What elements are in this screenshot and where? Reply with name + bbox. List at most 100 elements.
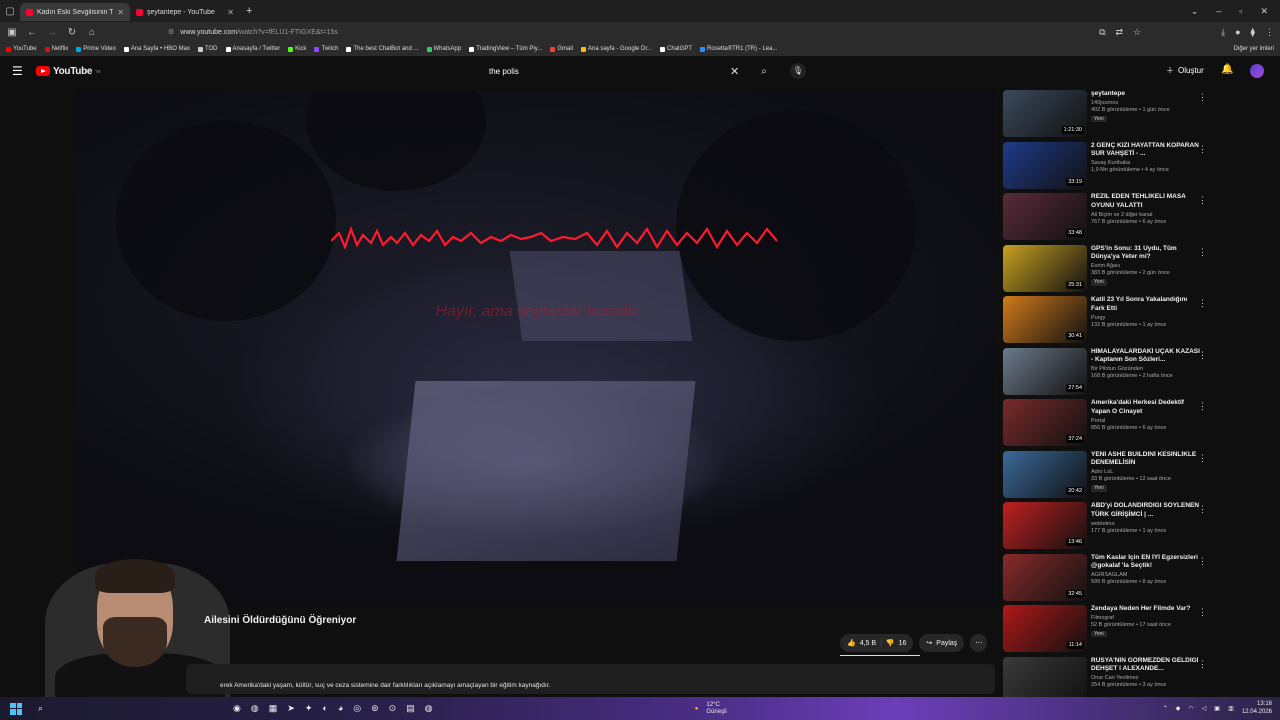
video-options-icon[interactable]: ⋮: [1198, 144, 1207, 155]
taskbar-app-icon[interactable]: ✦: [305, 703, 313, 714]
recommended-video[interactable]: 33:19 2 GENÇ KIZI HAYATTAN KOPARAN SUR VA…: [1003, 141, 1213, 194]
like-button[interactable]: 👍 4,5 B | 👎 16: [840, 634, 914, 652]
recommended-video[interactable]: 11:14 Zendaya Neden Her Filmde Var? Filmog…: [1003, 605, 1213, 657]
channel-name[interactable]: webtekno: [1091, 521, 1201, 528]
more-actions-button[interactable]: ⋯: [970, 634, 988, 652]
forward-icon[interactable]: →: [46, 27, 58, 38]
youtube-logo[interactable]: YouTube TR: [36, 66, 101, 77]
recommended-title[interactable]: Katil 23 Yıl Sonra Yakalandığını Fark Et…: [1091, 296, 1201, 314]
clear-search-icon[interactable]: ✕: [730, 65, 750, 78]
wifi-icon[interactable]: ◠: [1188, 705, 1193, 712]
search-icon[interactable]: ⌕: [750, 66, 778, 77]
volume-icon[interactable]: ◁: [1202, 705, 1207, 712]
chrome-icon[interactable]: ◍: [425, 703, 433, 714]
install-app-icon[interactable]: ⧉: [1099, 27, 1105, 38]
video-thumbnail[interactable]: 33:48: [1003, 193, 1087, 240]
channel-name[interactable]: Onur Can Yenilmez: [1091, 675, 1201, 682]
more-menu-icon[interactable]: ⋮: [1265, 27, 1274, 38]
tab-search-icon[interactable]: ⌄: [1191, 6, 1199, 17]
reload-icon[interactable]: ↻: [66, 27, 78, 38]
search-input[interactable]: the polis: [489, 67, 730, 76]
channel-name[interactable]: Savaş Kurtbaba: [1091, 160, 1201, 167]
browser-tab-2[interactable]: şeytantepe - YouTube ✕: [130, 3, 240, 21]
recommended-title[interactable]: REZİL EDEN TEHLİKELİ MASA OYUNU YALATTI: [1091, 193, 1201, 211]
video-thumbnail[interactable]: 25:31: [1003, 244, 1087, 292]
recommended-video[interactable]: 27:54 HİMALAYALARDAKİ UÇAK KAZASI - Kapta…: [1003, 347, 1213, 400]
recommended-title[interactable]: Tüm Kaslar İçin EN İYİ Egzersizleri @gok…: [1091, 554, 1201, 572]
video-thumbnail[interactable]: 20:42: [1003, 450, 1087, 498]
hamburger-menu-icon[interactable]: ☰: [12, 64, 24, 78]
bookmark-item[interactable]: Netflix: [44, 46, 68, 52]
channel-name[interactable]: Bir Pilotun Gözünden: [1091, 366, 1201, 373]
bookmark-item[interactable]: ChatGPT: [660, 46, 692, 52]
recommended-title[interactable]: Zendaya Neden Her Filmde Var?: [1091, 605, 1201, 614]
taskbar-search-icon[interactable]: ⌕: [38, 703, 43, 714]
video-options-icon[interactable]: ⋮: [1198, 401, 1207, 412]
recommended-title[interactable]: 2 GENÇ KIZI HAYATTAN KOPARAN SUR VAHŞETİ…: [1091, 142, 1201, 160]
thumbs-down-icon[interactable]: 👎: [886, 639, 895, 647]
video-thumbnail[interactable]: 33:19: [1003, 141, 1087, 189]
windows-start-icon[interactable]: [10, 702, 22, 715]
tray-app-icon[interactable]: ◆: [1176, 705, 1181, 712]
taskbar-app-icon[interactable]: ▦: [269, 703, 278, 714]
firefox-icon[interactable]: ◕: [338, 703, 343, 714]
video-thumbnail[interactable]: 30:41: [1003, 296, 1087, 343]
account-avatar[interactable]: [1250, 64, 1264, 78]
window-menu-icon[interactable]: ▢: [0, 0, 20, 22]
recommended-title[interactable]: RUSYA'NIN GÖRMEZDEN GELDİĞİ DEHŞET I ALE…: [1091, 657, 1201, 675]
close-tab-icon[interactable]: ✕: [117, 8, 124, 17]
recommended-video[interactable]: 1:21:30 şeytantepe 140journos 402 B görüntü…: [1003, 90, 1213, 142]
channel-name[interactable]: 140journos: [1091, 100, 1201, 107]
url-field[interactable]: ⚙ www.youtube.com/watch?v=fELU1-FTIGXE&t…: [168, 28, 338, 37]
bookmark-item[interactable]: Ana Sayfa • HBO Max: [123, 46, 190, 52]
minimize-icon[interactable]: –: [1216, 6, 1221, 17]
video-thumbnail[interactable]: 1:21:30: [1003, 90, 1087, 137]
bookmark-item[interactable]: Gmail: [550, 46, 573, 52]
close-tab-icon[interactable]: ✕: [227, 8, 234, 17]
telegram-icon[interactable]: ➤: [287, 703, 295, 714]
bookmark-item[interactable]: Rosetta®TR1 (TR) - Lea...: [700, 46, 778, 52]
video-options-icon[interactable]: ⋮: [1198, 453, 1207, 464]
channel-name[interactable]: Filmograf: [1091, 615, 1201, 622]
tray-chevron-icon[interactable]: ⌃: [1163, 705, 1168, 712]
taskbar-app-icon[interactable]: ◉: [233, 703, 241, 714]
language-icon[interactable]: 亜: [1228, 704, 1234, 713]
video-thumbnail[interactable]: 11:14: [1003, 605, 1087, 652]
video-options-icon[interactable]: ⋮: [1198, 504, 1207, 515]
recommended-video[interactable]: 32:45 Tüm Kaslar İçin EN İYİ Egzersizleri…: [1003, 553, 1213, 606]
download-icon[interactable]: ⤓: [1221, 27, 1225, 38]
recommended-title[interactable]: HİMALAYALARDAKİ UÇAK KAZASI - Kaptanın S…: [1091, 348, 1201, 366]
recommended-title[interactable]: YENİ ASHE BUILDİNİ KESİNLİKLE DENEMELİSİ…: [1091, 451, 1201, 469]
other-bookmarks[interactable]: Diğer yer imleri: [1234, 46, 1274, 52]
sidebar-toggle-icon[interactable]: ▣: [6, 27, 18, 38]
recommended-title[interactable]: şeytantepe: [1091, 90, 1201, 99]
bookmark-item[interactable]: Prime Video: [76, 46, 116, 52]
maximize-icon[interactable]: ▫: [1239, 6, 1242, 17]
recommended-video[interactable]: 25:31 GPS'in Sonu: 31 Uydu, Tüm Dünya'ya …: [1003, 244, 1213, 297]
video-options-icon[interactable]: ⋮: [1198, 92, 1207, 103]
close-window-icon[interactable]: ✕: [1260, 6, 1268, 17]
video-options-icon[interactable]: ⋮: [1198, 607, 1207, 618]
channel-name[interactable]: Ali Biçim ve 2 diğer kanal: [1091, 212, 1201, 219]
channel-name[interactable]: Portal: [1091, 418, 1201, 425]
channel-name[interactable]: Purgy: [1091, 315, 1201, 322]
recommended-title[interactable]: GPS'in Sonu: 31 Uydu, Tüm Dünya'ya Yeter…: [1091, 245, 1201, 263]
video-options-icon[interactable]: ⋮: [1198, 195, 1207, 206]
video-options-icon[interactable]: ⋮: [1198, 556, 1207, 567]
edge-icon[interactable]: ◐: [322, 703, 327, 714]
bookmark-star-icon[interactable]: ☆: [1133, 27, 1141, 38]
channel-name[interactable]: Adro LoL: [1091, 469, 1201, 476]
spotify-icon[interactable]: ◎: [353, 703, 361, 714]
recommended-video[interactable]: 13:46 ABD'yi DOLANDIRDIĞI SÖYLENEN TÜRK G…: [1003, 502, 1213, 554]
notifications-bell-icon[interactable]: 🔔: [1221, 64, 1233, 75]
description-box[interactable]: [186, 664, 995, 694]
recommended-video[interactable]: 33:48 REZİL EDEN TEHLİKELİ MASA OYUNU YAL…: [1003, 193, 1213, 245]
search-box[interactable]: the polis ✕ ⌕: [478, 60, 778, 82]
bookmark-item[interactable]: Kick: [288, 46, 306, 52]
bookmark-item[interactable]: Anasayfa / Twitter: [225, 46, 280, 52]
weather-widget[interactable]: 12°C Güneşli: [706, 702, 726, 715]
bookmark-item[interactable]: YouTube: [6, 46, 37, 52]
taskbar-app-icon[interactable]: ⊙: [389, 703, 397, 714]
video-thumbnail[interactable]: 13:46: [1003, 502, 1087, 549]
discord-icon[interactable]: ◍: [251, 703, 259, 714]
